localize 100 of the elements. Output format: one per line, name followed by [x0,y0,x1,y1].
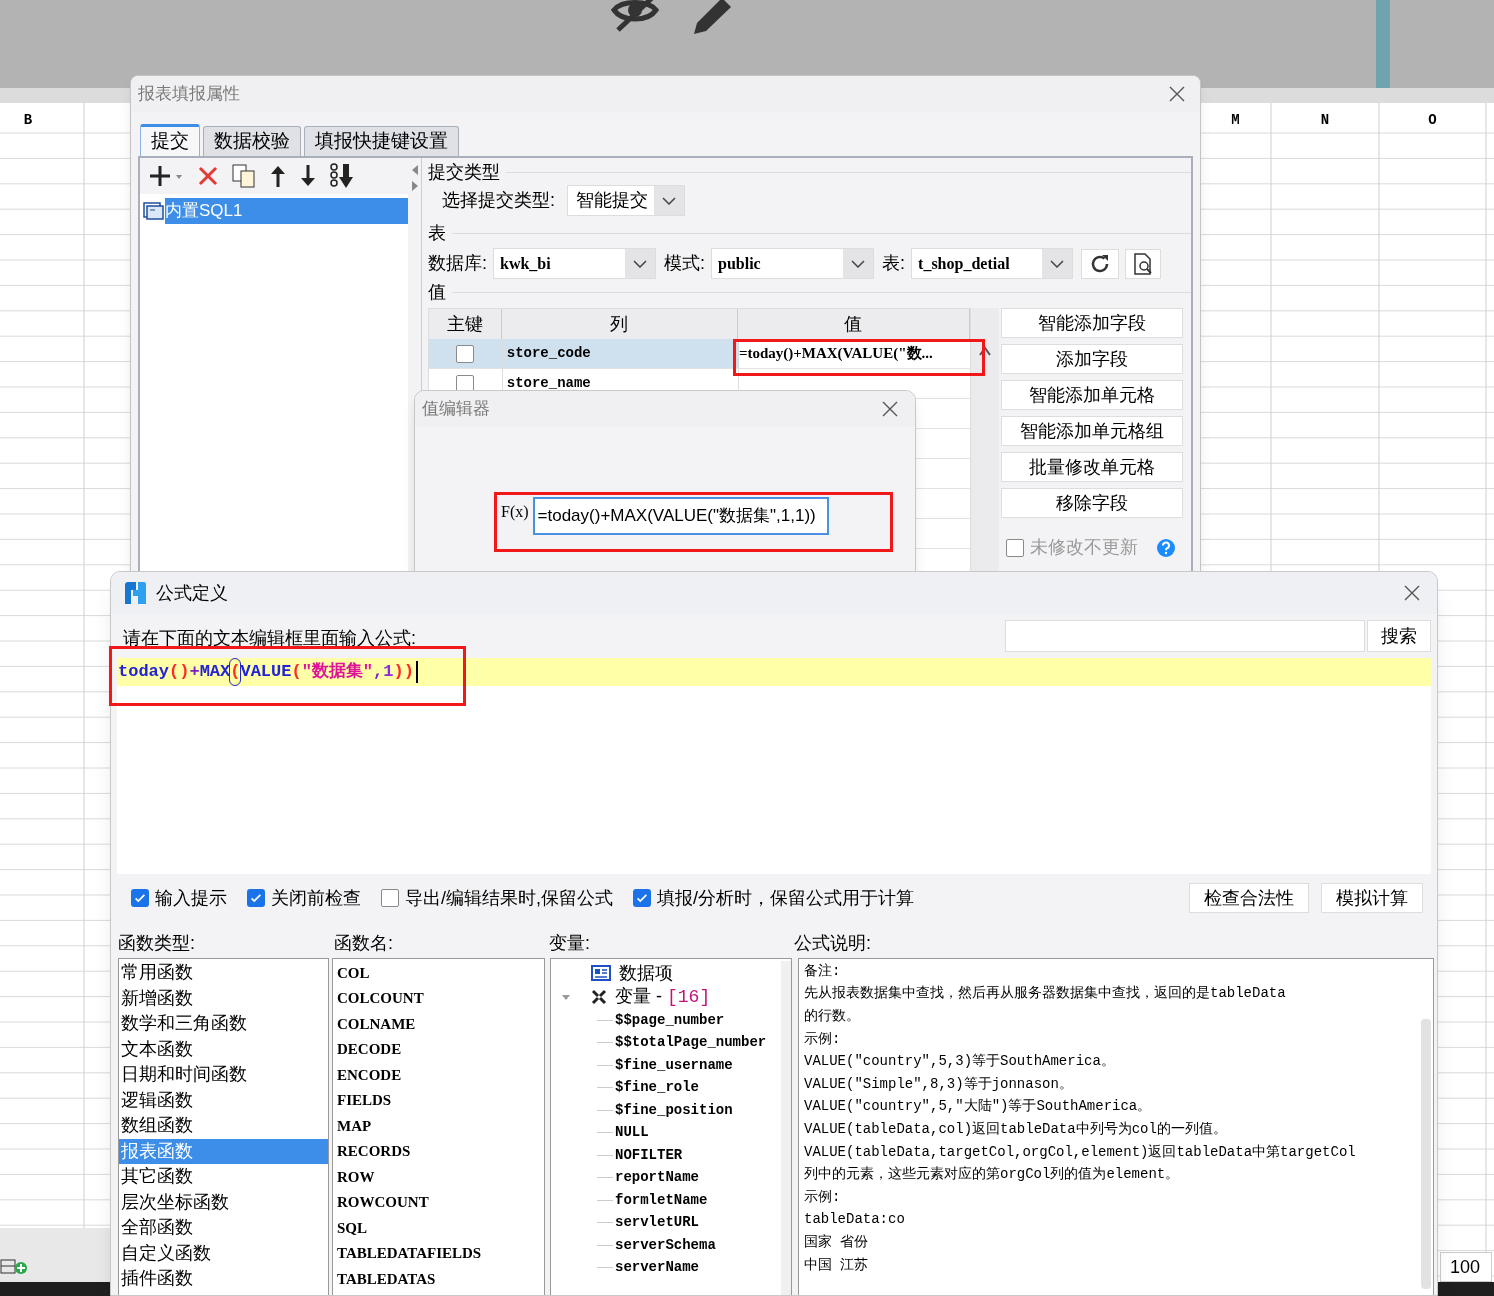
list-item[interactable]: TABLEDATAFIELDS [333,1240,544,1266]
list-item[interactable]: 逻辑函数 [119,1087,328,1113]
close-icon[interactable] [1403,584,1421,602]
list-item[interactable]: 数组函数 [119,1113,328,1139]
formula-editor[interactable]: today()+MAX(VALUE("数据集",1)) [117,658,1431,874]
tab[interactable]: 填报快捷键设置 [304,126,459,156]
close-icon[interactable] [881,400,899,418]
description-line: 先从报表数据集中查找，然后再从服务器数据集中查找，返回的是tableData [804,984,1287,1004]
description-line: tableData:co [804,1210,906,1230]
arrow-up-icon[interactable] [979,346,991,356]
column-header: O [1428,110,1437,130]
chevron-down-icon[interactable] [662,196,676,205]
list-item[interactable]: 其它函数 [119,1164,328,1190]
list-item[interactable]: 新增函数 [119,985,328,1011]
description-line: 中国 江苏 [804,1255,870,1275]
submit-type-dropdown[interactable]: 智能提交 [567,185,685,216]
arrow-down-icon[interactable] [300,165,316,187]
collapse-caret-icon[interactable] [561,992,571,1002]
list-item[interactable]: ROWCOUNT [333,1189,544,1215]
move-bottom-icon[interactable] [330,163,356,189]
search-field[interactable] [1005,620,1365,652]
action-button[interactable]: 批量修改单元格 [1001,452,1183,482]
tree-item[interactable]: $fine_username [615,1054,733,1076]
list-item[interactable]: 层次坐标函数 [119,1189,328,1215]
expand-right-icon[interactable] [410,180,419,192]
chevron-down-icon[interactable] [851,259,866,268]
tree-item[interactable]: $$totalPage_number [615,1032,767,1054]
action-button[interactable]: 模拟计算 [1321,883,1423,913]
tab[interactable]: 提交 [140,124,200,156]
action-button[interactable]: 智能添加单元格 [1001,380,1183,410]
value-field[interactable]: =today()+MAX(VALUE("数据集",1,1)) [532,497,829,535]
list-item[interactable]: RECORDS [333,1138,544,1164]
list-item[interactable]: 全部函数 [119,1215,328,1241]
list-item[interactable]: COLCOUNT [333,985,544,1011]
schema-dropdown[interactable]: public [711,248,875,279]
action-button[interactable]: 智能添加单元格组 [1001,416,1183,446]
table-row[interactable]: store_code =today()+MAX(VALUE("数... [429,339,970,369]
list-item[interactable]: TABLEDATAS [333,1266,544,1292]
list-item[interactable]: 常用函数 [119,960,328,986]
list-item[interactable]: 插件函数 [119,1266,328,1292]
list-item[interactable]: 数学和三角函数 [119,1011,328,1037]
scrollbar[interactable] [1421,1019,1431,1289]
copy-icon[interactable] [232,164,256,188]
close-icon[interactable] [1168,85,1186,103]
action-button[interactable]: 移除字段 [1001,488,1183,518]
sheet-add-icon[interactable] [0,1258,28,1276]
list-item[interactable]: FIELDS [333,1087,544,1113]
checkbox[interactable] [247,889,265,907]
window-title: 报表填报属性 [138,83,240,106]
list-item[interactable]: 自定义函数 [119,1240,328,1266]
list-item[interactable]: COLNAME [333,1011,544,1037]
checkbox-label: 输入提示 [155,886,227,910]
formula-button[interactable]: F(x) [501,497,529,527]
list-item[interactable]: ROW [333,1164,544,1190]
chevron-down-icon[interactable] [633,259,647,268]
help-icon[interactable] [1156,537,1176,558]
refresh-button[interactable] [1081,248,1120,279]
list-item[interactable]: 日期和时间函数 [119,1062,328,1088]
tree-item[interactable]: servletURL [615,1212,699,1234]
preview-button[interactable] [1125,248,1162,279]
checkbox[interactable] [131,889,149,907]
tree-item[interactable]: formletName [615,1189,708,1211]
tab[interactable]: 数据校验 [203,126,301,156]
action-button[interactable]: 检查合法性 [1189,883,1309,913]
list-item[interactable]: COL [333,960,544,986]
action-button[interactable]: 智能添加字段 [1001,308,1183,338]
list-item[interactable]: SQL [333,1215,544,1241]
list-item[interactable]: DECODE [333,1036,544,1062]
list-item[interactable]: 文本函数 [119,1036,328,1062]
checkbox[interactable] [633,889,651,907]
tree-item[interactable]: serverSchema [615,1234,716,1256]
tree-item[interactable]: $fine_role [615,1077,699,1099]
scrollbar[interactable] [781,961,791,1295]
tree-item[interactable]: NOFILTER [615,1144,683,1166]
section-title: 值 [428,280,446,304]
table-dropdown[interactable]: t_shop_detial [911,248,1074,279]
checkbox[interactable] [456,344,475,363]
tree-item[interactable]: $fine_position [615,1099,733,1121]
checkbox[interactable] [381,889,399,907]
tree-item[interactable]: reportName [615,1167,699,1189]
collapse-left-icon[interactable] [410,164,419,176]
add-icon[interactable] [150,165,184,187]
delete-icon[interactable] [198,166,218,186]
column-header: 值 [737,309,970,339]
formula-token: 1 [383,661,394,684]
chevron-down-icon[interactable] [1050,259,1065,268]
field-label: 模式: [664,252,706,275]
list-item[interactable]: MAP [333,1113,544,1139]
search-button[interactable]: 搜索 [1367,620,1431,652]
arrow-up-icon[interactable] [270,165,286,187]
eye-slash-icon[interactable] [610,0,660,34]
list-item[interactable]: ENCODE [333,1062,544,1088]
tree-item[interactable]: serverName [615,1257,699,1279]
database-dropdown[interactable]: kwk_bi [493,248,656,279]
checkbox[interactable] [1006,538,1024,557]
action-button[interactable]: 添加字段 [1001,344,1183,374]
tree-item[interactable]: NULL [615,1122,649,1144]
tree-item[interactable]: $$page_number [615,1009,725,1031]
zoom-field[interactable]: 100 [1440,1252,1492,1282]
formula-token: ( [230,659,241,685]
